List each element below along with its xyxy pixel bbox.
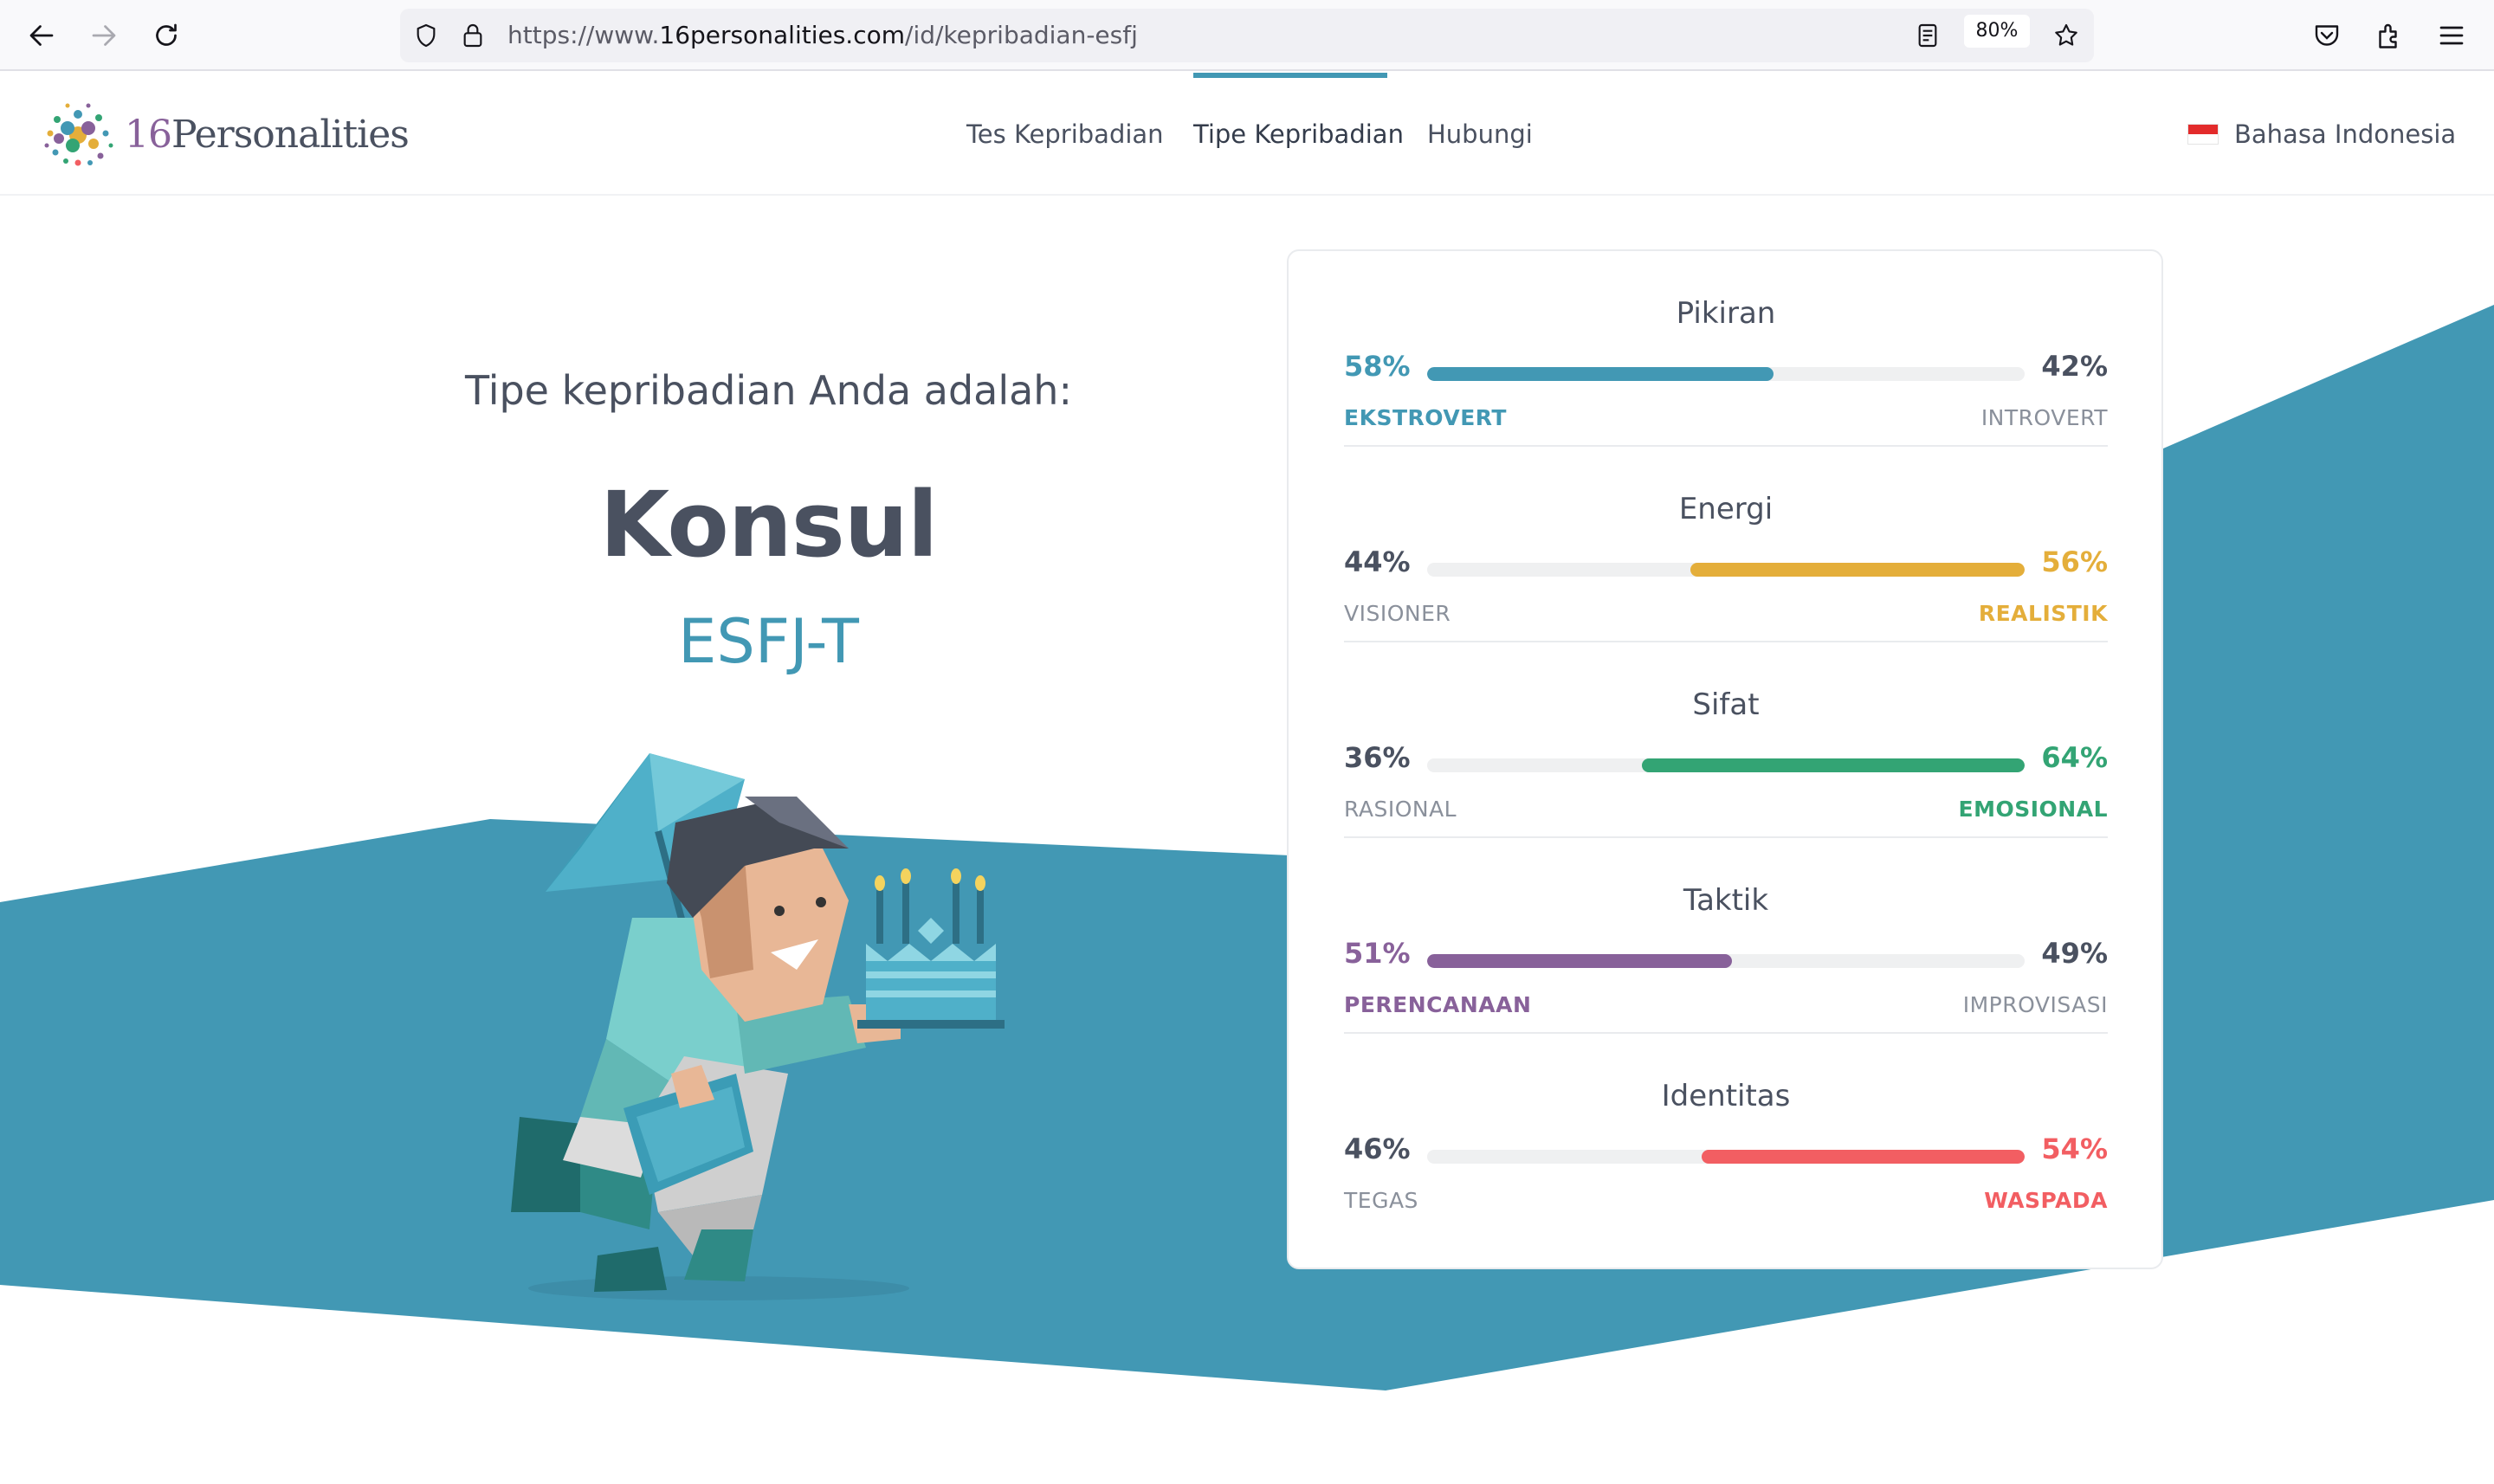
traits-card: Pikiran 58% 42% EKSTROVERT INTROVERT Energi 44… [1287, 249, 2163, 1269]
trait-bar-fill [1642, 758, 2025, 772]
trait-right-label: IMPROVISASI [1962, 992, 2108, 1017]
trait-bar-track [1427, 758, 2025, 772]
trait-left-percent: 51% [1344, 937, 1411, 970]
language-selector[interactable]: Bahasa Indonesia [2187, 73, 2456, 196]
trait-right-percent: 54% [2041, 1132, 2108, 1165]
trait-bar-fill [1702, 1150, 2025, 1164]
trait-right-label: WASPADA [1984, 1188, 2108, 1213]
trait-row-taktik[interactable]: Taktik 51% 49% PERENCANAAN IMPROVISASI [1344, 838, 2108, 1034]
shield-icon[interactable] [410, 20, 442, 51]
personality-type-name: Konsul [599, 472, 939, 577]
trait-left-label: VISIONER [1344, 601, 1451, 626]
trait-left-percent: 58% [1344, 350, 1411, 383]
reader-view-icon[interactable] [1912, 20, 1943, 51]
nav-tipe-kepribadian[interactable]: Tipe Kepribadian [1193, 73, 1404, 196]
trait-right-percent: 56% [2041, 545, 2108, 578]
trait-left-label: PERENCANAAN [1344, 992, 1532, 1017]
url-path: /id/kepribadian-esfj [905, 21, 1138, 49]
logo-word: Personalities [171, 113, 410, 157]
logo-number: 16 [125, 113, 172, 157]
trait-left-label: RASIONAL [1344, 797, 1457, 822]
trait-title: Pikiran [1676, 296, 1776, 331]
trait-bar-fill [1427, 954, 1732, 968]
pocket-icon[interactable] [2309, 17, 2345, 54]
logo-wordmark: 16Personalities [125, 107, 410, 163]
bookmark-star-icon[interactable] [2051, 20, 2082, 51]
trait-right-label: REALISTIK [1978, 601, 2108, 626]
trait-title: Taktik [1683, 883, 1769, 918]
trait-right-percent: 64% [2041, 741, 2108, 774]
site-logo[interactable]: 16Personalities [38, 95, 419, 175]
trait-bar-track [1427, 954, 2025, 968]
trait-title: Energi [1678, 492, 1774, 526]
trait-right-percent: 49% [2041, 937, 2108, 970]
flag-icon [2187, 124, 2219, 145]
trait-bar-track [1427, 563, 2025, 577]
trait-right-label: INTROVERT [1980, 405, 2108, 430]
nav-hubungi[interactable]: Hubungi [1427, 73, 1533, 196]
trait-bar-fill [1427, 367, 1774, 381]
trait-row-sifat[interactable]: Sifat 36% 64% RASIONAL EMOSIONAL [1344, 642, 2108, 838]
zoom-level-badge[interactable]: 80% [1964, 15, 2030, 48]
url-bar[interactable]: https://www.16personalities.com/id/kepri… [400, 9, 2094, 62]
trait-title: Identitas [1661, 1079, 1791, 1113]
personality-type-code: ESFJ-T [678, 606, 859, 677]
url-prefix: https://www. [507, 21, 660, 49]
logo-icon [44, 103, 113, 166]
reload-icon[interactable] [148, 17, 184, 54]
trait-bar-fill [1690, 563, 2025, 577]
trait-row-identitas[interactable]: Identitas 46% 54% TEGAS WASPADA [1344, 1034, 2108, 1229]
trait-left-percent: 36% [1344, 741, 1411, 774]
trait-left-percent: 44% [1344, 545, 1411, 578]
trait-row-energi[interactable]: Energi 44% 56% VISIONER REALISTIK [1344, 447, 2108, 642]
menu-icon[interactable] [2433, 17, 2470, 54]
trait-bar-track [1427, 367, 2025, 381]
trait-left-label: TEGAS [1344, 1188, 1418, 1213]
lock-icon[interactable] [457, 20, 488, 51]
back-arrow-icon[interactable] [23, 17, 60, 54]
trait-row-pikiran[interactable]: Pikiran 58% 42% EKSTROVERT INTROVERT [1344, 251, 2108, 447]
url-host: 16personalities.com [659, 21, 906, 49]
nav-tes-kepribadian[interactable]: Tes Kepribadian [966, 73, 1164, 196]
extensions-icon[interactable] [2371, 17, 2407, 54]
trait-right-percent: 42% [2041, 350, 2108, 383]
browser-toolbar: https://www.16personalities.com/id/kepri… [0, 0, 2494, 71]
result-label: Tipe kepribadian Anda adalah: [465, 367, 1072, 414]
trait-title: Sifat [1692, 687, 1760, 722]
language-label: Bahasa Indonesia [2234, 119, 2457, 149]
trait-left-label: EKSTROVERT [1344, 405, 1507, 430]
trait-bar-track [1427, 1150, 2025, 1164]
consul-character-illustration [511, 753, 1005, 1300]
forward-arrow-icon[interactable] [86, 17, 122, 54]
site-header: 16Personalities Tes Kepribadian Tipe Kep… [0, 73, 2494, 196]
url-text[interactable]: https://www.16personalities.com/id/kepri… [507, 9, 1138, 62]
trait-right-label: EMOSIONAL [1958, 797, 2108, 822]
trait-left-percent: 46% [1344, 1132, 1411, 1165]
